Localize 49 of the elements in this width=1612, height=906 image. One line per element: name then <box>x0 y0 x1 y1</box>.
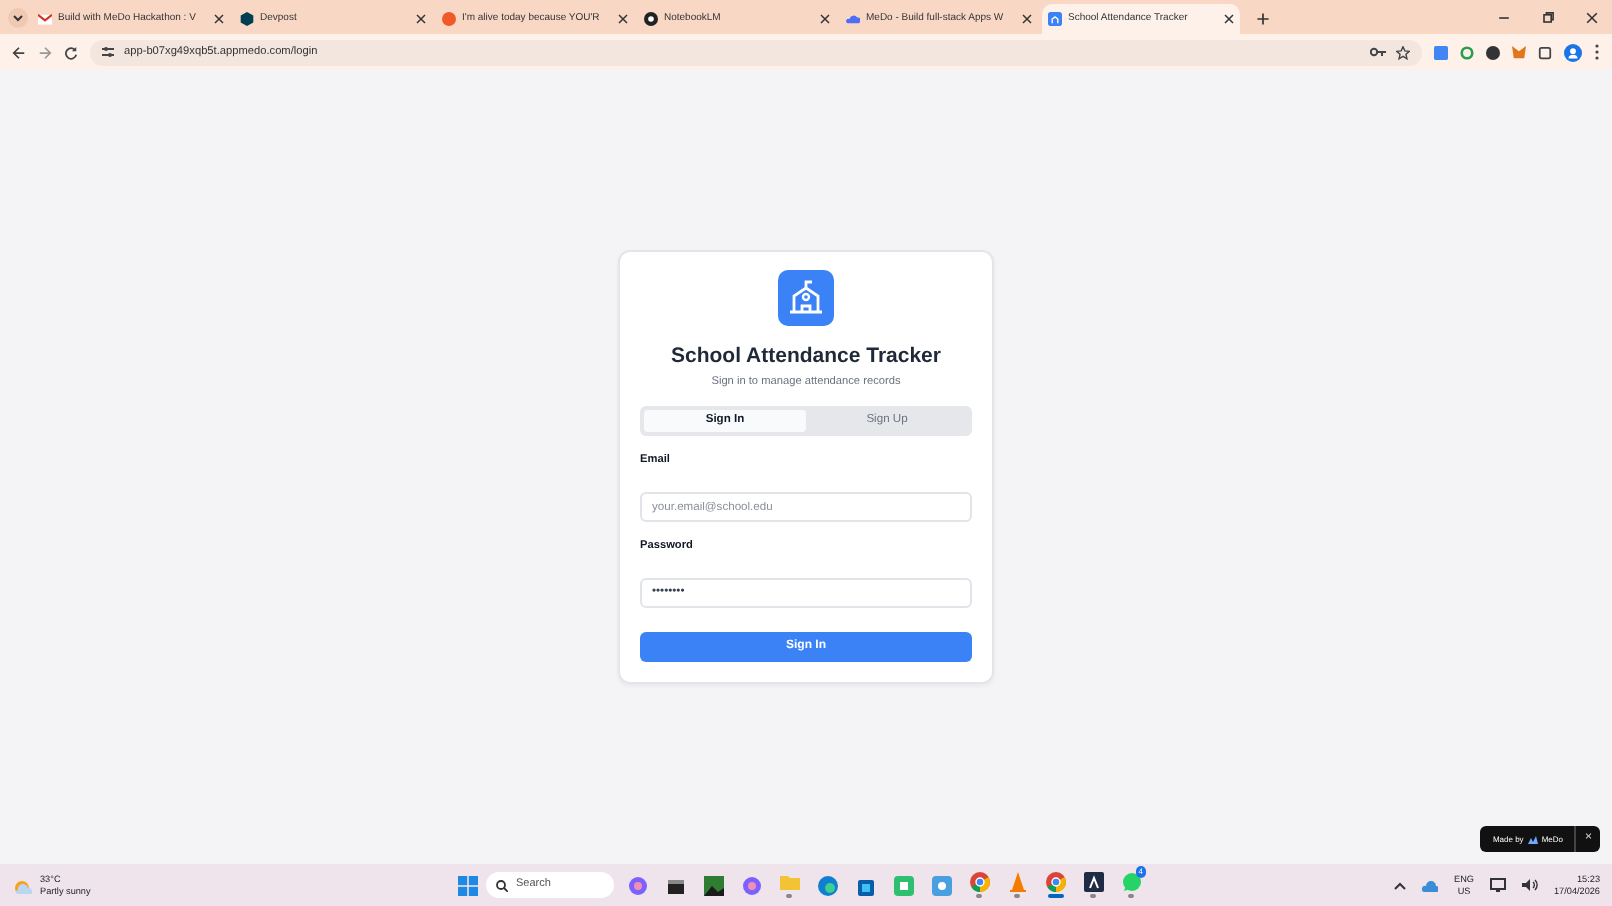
square-app-icon <box>893 875 913 895</box>
windows-start-icon[interactable] <box>458 875 478 895</box>
close-tab-icon[interactable] <box>416 12 426 26</box>
app-title: School Attendance Tracker <box>669 342 943 373</box>
restore-icon[interactable] <box>1540 10 1556 26</box>
school-icon <box>1048 12 1062 26</box>
close-tab-icon[interactable] <box>214 12 224 26</box>
circle-app-icon <box>931 875 951 895</box>
close-tab-icon[interactable] <box>618 12 628 26</box>
speaker-icon[interactable] <box>1522 878 1538 892</box>
new-tab-icon[interactable] <box>1256 12 1270 26</box>
cloud-logo-icon <box>1527 835 1538 843</box>
hexagon-icon <box>240 12 254 26</box>
close-tab-icon[interactable] <box>820 12 830 26</box>
swirl-icon <box>627 875 647 895</box>
chrome-icon <box>969 872 989 893</box>
folder-icon <box>779 872 799 893</box>
window-icon <box>665 875 685 895</box>
profile-avatar-icon[interactable] <box>1564 43 1582 61</box>
search-icon <box>496 879 508 891</box>
cloud-icon <box>846 12 860 26</box>
menu-icon[interactable] <box>1594 44 1600 60</box>
wave-icon <box>817 875 837 895</box>
back-icon[interactable] <box>12 45 26 59</box>
weather-icon <box>12 877 32 893</box>
chat-bubble-icon <box>1121 872 1141 893</box>
chrome-icon <box>1045 872 1065 893</box>
school-icon <box>778 270 834 327</box>
image-icon <box>703 875 723 895</box>
chevron-up-icon[interactable] <box>1394 881 1407 889</box>
circle-icon <box>442 12 456 26</box>
close-tab-icon[interactable] <box>1224 12 1234 26</box>
traffic-cone-icon <box>1007 872 1027 893</box>
reload-icon[interactable] <box>64 45 78 59</box>
close-icon[interactable] <box>1584 10 1600 26</box>
star-icon[interactable] <box>1396 45 1410 59</box>
forward-icon[interactable] <box>38 45 52 59</box>
key-icon[interactable] <box>1370 46 1386 58</box>
tab-search-icon[interactable] <box>8 8 28 28</box>
fox-icon[interactable] <box>1512 45 1526 59</box>
network-icon[interactable] <box>1490 878 1506 892</box>
notebook-icon <box>644 12 658 26</box>
bag-icon <box>855 875 875 895</box>
mail-icon <box>38 12 52 26</box>
swirl-icon <box>741 875 761 895</box>
cloud-icon[interactable] <box>1422 879 1439 891</box>
close-tab-icon[interactable] <box>1022 12 1032 26</box>
site-settings-icon[interactable] <box>102 46 114 58</box>
taskbar-app-button[interactable] <box>1078 866 1108 904</box>
